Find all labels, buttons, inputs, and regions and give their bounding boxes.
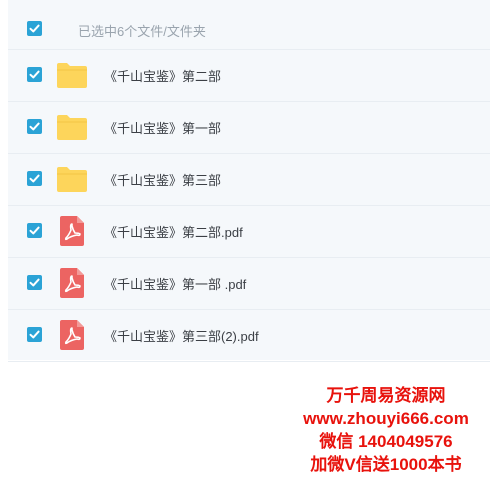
file-row[interactable]: 《千山宝鉴》第三部 bbox=[8, 154, 490, 206]
file-name[interactable]: 《千山宝鉴》第二部.pdf bbox=[104, 222, 243, 241]
watermark: 万千周易资源网 www.zhouyi666.com 微信 1404049576 … bbox=[286, 384, 486, 476]
selection-header: 已选中6个文件/文件夹 bbox=[8, 0, 490, 50]
file-checkbox[interactable] bbox=[27, 327, 42, 342]
pdf-file-icon bbox=[58, 215, 86, 247]
file-row[interactable]: 《千山宝鉴》第二部 bbox=[8, 50, 490, 102]
file-row[interactable]: 《千山宝鉴》第一部 .pdf bbox=[8, 258, 490, 310]
file-name[interactable]: 《千山宝鉴》第一部 .pdf bbox=[104, 274, 246, 293]
checkmark-icon bbox=[29, 226, 40, 235]
file-checkbox[interactable] bbox=[27, 171, 42, 186]
folder-icon bbox=[56, 113, 88, 141]
watermark-line: 万千周易资源网 bbox=[326, 386, 446, 405]
file-checkbox[interactable] bbox=[27, 67, 42, 82]
selected-count-label: 已选中6个文件/文件夹 bbox=[78, 24, 206, 39]
checkmark-icon bbox=[29, 122, 40, 131]
pdf-file-icon bbox=[58, 267, 86, 299]
folder-icon bbox=[56, 61, 88, 89]
watermark-line: www.zhouyi666.com bbox=[303, 409, 469, 428]
checkmark-icon bbox=[29, 278, 40, 287]
checkmark-icon bbox=[29, 174, 40, 183]
file-row[interactable]: 《千山宝鉴》第一部 bbox=[8, 102, 490, 154]
file-row[interactable]: 《千山宝鉴》第三部(2).pdf bbox=[8, 310, 490, 362]
file-list-panel: 已选中6个文件/文件夹 《千山宝鉴》第二部 《千山宝鉴》第一部 《千山宝鉴》第三… bbox=[8, 0, 490, 362]
watermark-line: 加微V信送1000本书 bbox=[310, 455, 462, 474]
select-all-checkbox[interactable] bbox=[27, 21, 42, 36]
folder-icon bbox=[56, 165, 88, 193]
pdf-file-icon bbox=[58, 319, 86, 351]
file-checkbox[interactable] bbox=[27, 275, 42, 290]
checkmark-icon bbox=[29, 70, 40, 79]
file-name[interactable]: 《千山宝鉴》第一部 bbox=[104, 118, 221, 137]
file-row[interactable]: 《千山宝鉴》第二部.pdf bbox=[8, 206, 490, 258]
file-name[interactable]: 《千山宝鉴》第三部 bbox=[104, 170, 221, 189]
checkmark-icon bbox=[29, 330, 40, 339]
file-checkbox[interactable] bbox=[27, 119, 42, 134]
checkmark-icon bbox=[29, 24, 40, 33]
file-name[interactable]: 《千山宝鉴》第二部 bbox=[104, 66, 221, 85]
file-checkbox[interactable] bbox=[27, 223, 42, 238]
file-name[interactable]: 《千山宝鉴》第三部(2).pdf bbox=[104, 326, 259, 345]
watermark-line: 微信 1404049576 bbox=[319, 432, 453, 451]
